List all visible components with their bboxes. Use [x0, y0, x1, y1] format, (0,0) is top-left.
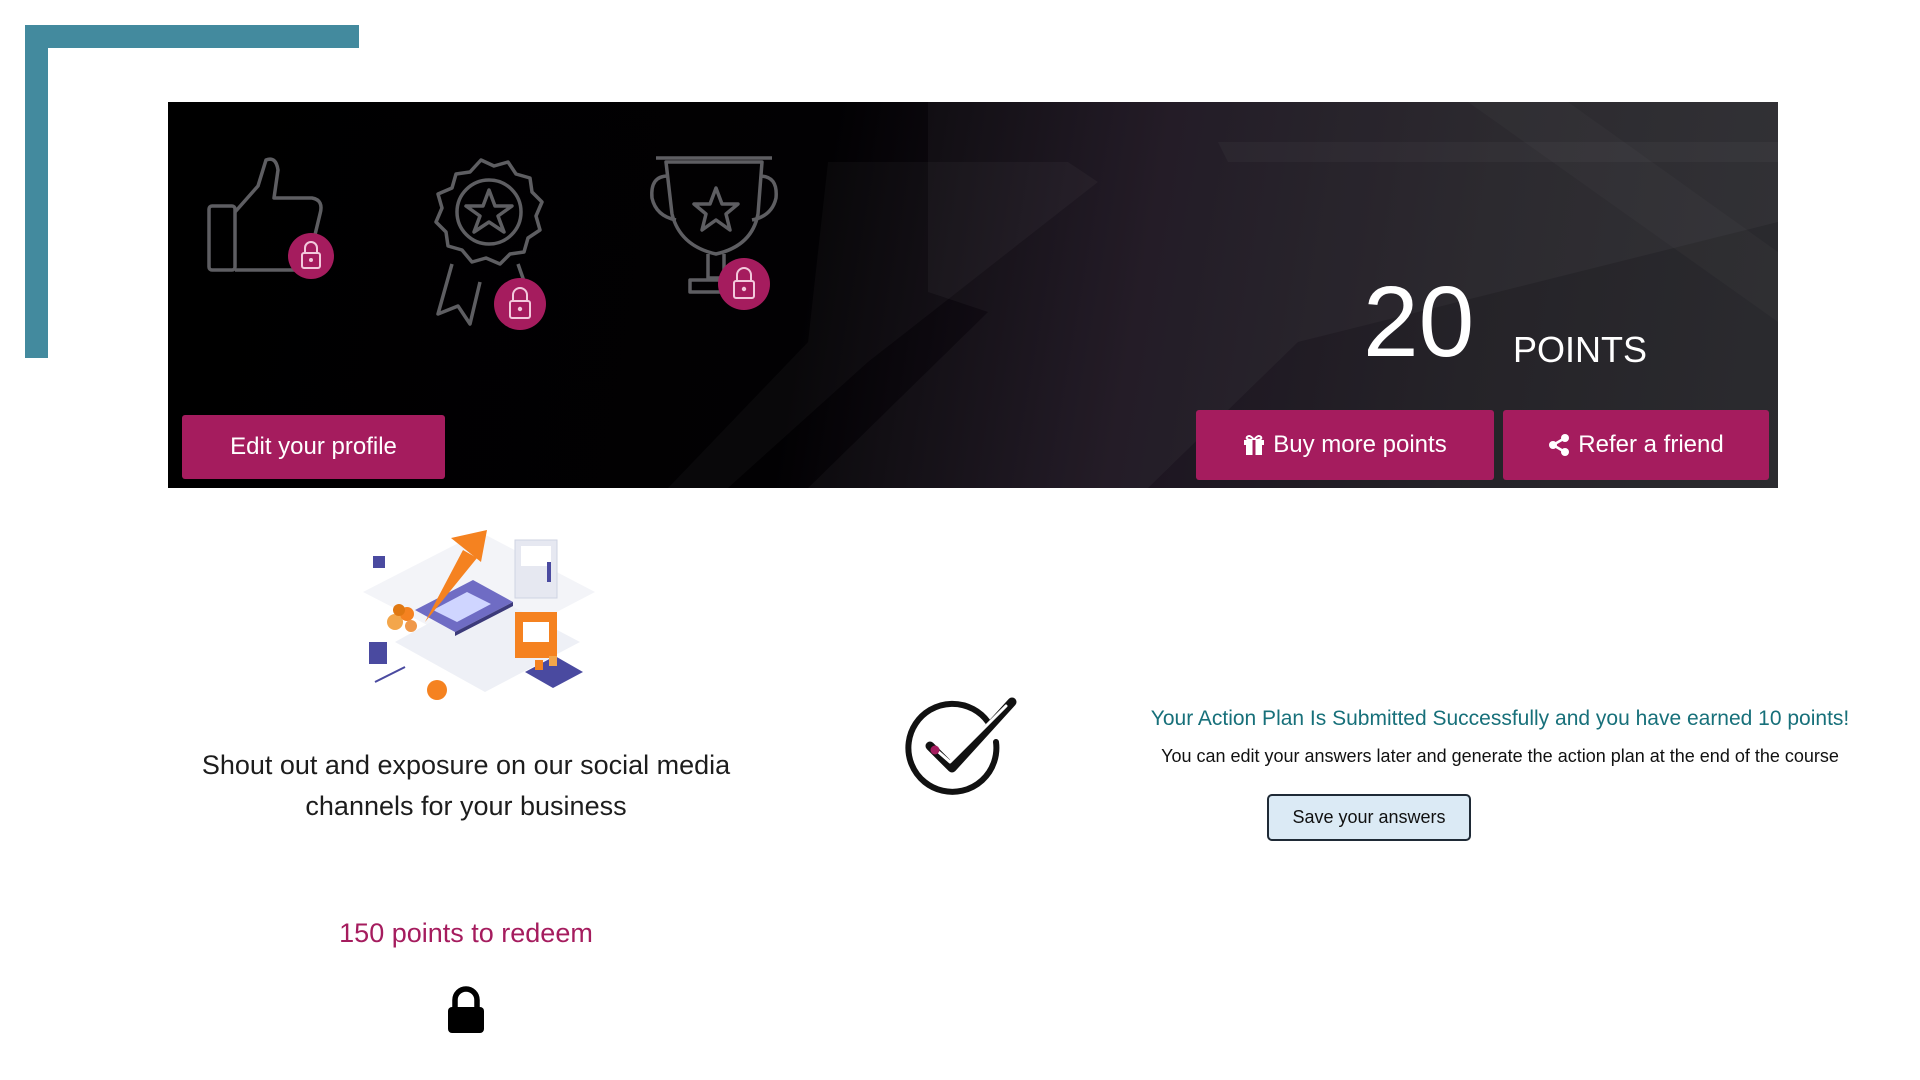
buy-more-points-button[interactable]: Buy more points — [1196, 410, 1494, 480]
refer-friend-button[interactable]: Refer a friend — [1503, 410, 1769, 480]
corner-decoration-top — [25, 25, 359, 48]
check-circle-icon — [905, 697, 1017, 795]
share-icon — [1549, 434, 1570, 456]
thumbs-up-badge — [206, 156, 336, 286]
padlock-icon — [718, 258, 770, 310]
lock-icon — [448, 986, 484, 1033]
reward-points-to-redeem: 150 points to redeem — [339, 918, 593, 948]
padlock-icon — [494, 278, 546, 330]
reward-illustration — [363, 530, 595, 700]
gift-icon — [1244, 435, 1265, 455]
buy-more-points-label: Buy more points — [1273, 431, 1447, 458]
reward-description: Shout out and exposure on our social med… — [201, 750, 731, 821]
padlock-icon — [288, 233, 334, 279]
refer-friend-label: Refer a friend — [1578, 431, 1724, 458]
award-ribbon-badge — [422, 154, 562, 334]
trophy-badge — [646, 154, 786, 324]
points-value: 20 — [1363, 266, 1475, 378]
action-plan-success-title: Your Action Plan Is Submitted Successful… — [1150, 707, 1850, 730]
save-answers-button[interactable]: Save your answers — [1267, 794, 1471, 841]
edit-profile-button[interactable]: Edit your profile — [182, 415, 445, 479]
corner-decoration-left — [25, 25, 48, 358]
action-plan-success-subtitle: You can edit your answers later and gene… — [1161, 746, 1839, 766]
points-label: POINTS — [1513, 329, 1648, 370]
edit-profile-label: Edit your profile — [230, 433, 397, 460]
